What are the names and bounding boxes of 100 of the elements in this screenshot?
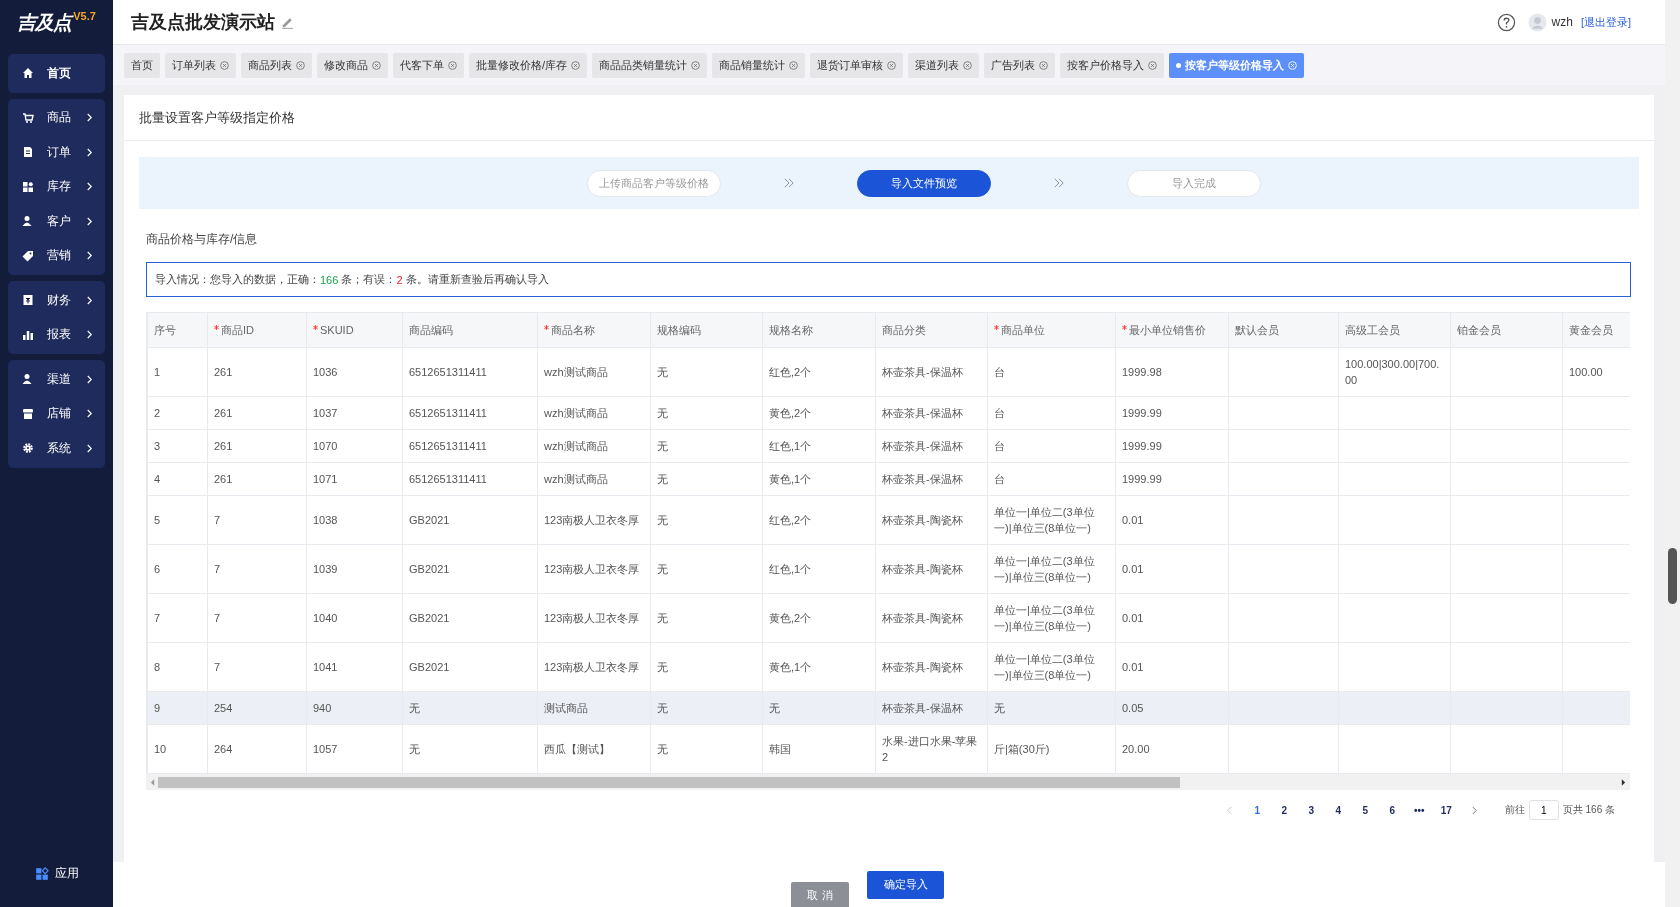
table-cell: 6 — [154, 563, 161, 575]
table-cell: 单位一|单位二(3单位一)|单位三(8单位一) — [994, 555, 1095, 583]
page-link[interactable]: 3 — [1297, 804, 1325, 816]
required-asterisk-icon — [544, 325, 549, 330]
tab[interactable]: 广告列表 — [984, 52, 1056, 78]
table-cell: 红色,1个 — [769, 563, 812, 575]
page-link[interactable]: 4 — [1324, 804, 1352, 816]
table-cell: 西瓜【测试】 — [544, 743, 610, 755]
page-link[interactable]: 2 — [1270, 804, 1298, 816]
table-cell: 254 — [214, 702, 233, 714]
table-cell: 杯壶茶具-陶瓷杯 — [882, 514, 963, 526]
cart-icon — [22, 111, 34, 124]
scroll-left-icon[interactable] — [150, 778, 155, 786]
page-link[interactable]: ••• — [1405, 804, 1433, 816]
sidebar-item[interactable]: 订单 — [8, 135, 105, 170]
table-cell: 1039 — [313, 563, 338, 575]
person-icon — [22, 373, 34, 386]
close-icon[interactable] — [296, 60, 305, 70]
table-cell: 单位一|单位二(3单位一)|单位三(8单位一) — [994, 604, 1095, 632]
table-cell: 杯壶茶具-保温杯 — [882, 407, 963, 419]
tab[interactable]: 代客下单 — [393, 52, 464, 78]
sidebar-item[interactable]: 营销 — [8, 238, 105, 273]
tab[interactable]: 退货订单审核 — [810, 52, 904, 78]
sidebar-item[interactable]: 渠道 — [8, 362, 105, 397]
section-title: 商品价格与库存/信息 — [146, 231, 259, 248]
close-icon[interactable] — [789, 60, 799, 70]
close-icon[interactable] — [448, 60, 457, 70]
sidebar-item[interactable]: 首页 — [8, 56, 105, 91]
sidebar-item[interactable]: 商品 — [8, 100, 105, 135]
apps-icon — [34, 866, 49, 881]
vertical-scrollbar[interactable] — [1665, 0, 1680, 907]
table-cell: 无 — [657, 514, 668, 526]
close-icon[interactable] — [1039, 60, 1049, 70]
scroll-right-icon[interactable] — [1621, 778, 1626, 786]
close-icon[interactable] — [1148, 60, 1158, 70]
table-cell: 6512651311411 — [409, 407, 487, 419]
table-cell: 1070 — [313, 440, 338, 452]
page-link[interactable]: 1 — [1243, 804, 1271, 816]
sidebar-item[interactable]: 客户 — [8, 204, 105, 239]
page-link[interactable]: 17 — [1432, 804, 1460, 816]
column-header: 最小单位销售价 — [1115, 312, 1229, 348]
table-cell: 单位一|单位二(3单位一)|单位三(8单位一) — [994, 653, 1095, 681]
chevron-right-icon — [86, 374, 93, 384]
apps-menu-item[interactable]: 应用 — [34, 865, 79, 882]
tab[interactable]: 批量修改价格/库存 — [469, 52, 588, 78]
logout-link[interactable]: [退出登录] — [1580, 14, 1631, 30]
tab[interactable]: 渠道列表 — [908, 52, 980, 78]
sidebar-item[interactable]: 系统 — [8, 431, 105, 466]
page-link[interactable]: 6 — [1378, 804, 1406, 816]
close-icon[interactable] — [887, 60, 897, 70]
table-cell: 无 — [657, 702, 668, 714]
close-icon[interactable] — [963, 60, 973, 70]
horizontal-scrollbar[interactable] — [146, 774, 1630, 790]
column-header: 商品名称 — [537, 312, 651, 348]
tab[interactable]: 订单列表 — [165, 52, 236, 78]
scrollbar-thumb[interactable] — [1668, 548, 1677, 604]
table-cell: 261 — [214, 366, 233, 378]
sidebar-item[interactable]: 店铺 — [8, 396, 105, 431]
tag-icon — [22, 249, 34, 262]
chart-icon — [22, 328, 34, 341]
tab[interactable]: 商品品类销量统计 — [592, 52, 708, 78]
table-cell: 黄色,1个 — [769, 661, 812, 673]
table-cell: 台 — [994, 407, 1005, 419]
sidebar-item[interactable]: 财务 — [8, 283, 105, 318]
scrollbar-thumb[interactable] — [158, 776, 1180, 788]
page-input[interactable]: 1 — [1528, 800, 1559, 820]
tab[interactable]: 首页 — [124, 52, 160, 78]
column-header: 商品分类 — [875, 312, 988, 348]
gear-icon — [22, 442, 34, 455]
tab[interactable]: 修改商品 — [317, 52, 388, 78]
sidebar-item[interactable]: 库存 — [8, 169, 105, 204]
close-icon[interactable] — [571, 60, 581, 70]
confirm-button[interactable]: 确定导入 — [867, 870, 944, 899]
table-cell: 黄色,2个 — [769, 612, 812, 624]
next-page-icon[interactable] — [1470, 805, 1478, 815]
table-cell: wzh测试商品 — [544, 407, 608, 419]
tab[interactable]: 按客户价格导入 — [1060, 52, 1165, 78]
total-label: 页共 166 条 — [1562, 803, 1615, 817]
avatar-icon[interactable] — [1527, 12, 1547, 32]
chevron-right-icon — [86, 443, 93, 453]
tab[interactable]: 商品列表 — [241, 52, 312, 78]
close-icon[interactable] — [372, 60, 381, 70]
tab[interactable]: 商品销量统计 — [712, 52, 806, 78]
table-cell: 1040 — [313, 612, 338, 624]
chevron-right-icon — [86, 113, 93, 123]
shop-icon — [22, 407, 34, 420]
table-cell: 测试商品 — [544, 702, 588, 714]
table-cell: 无 — [409, 702, 420, 714]
close-icon[interactable] — [691, 60, 701, 70]
prev-page-icon[interactable] — [1225, 805, 1233, 815]
table-cell: 7 — [214, 514, 221, 526]
chevron-right-icon — [86, 409, 93, 419]
column-header: 黄金会员 — [1562, 312, 1630, 348]
table-cell: 10 — [154, 743, 167, 755]
table-cell: 100.00|300.00|700.00 — [1345, 358, 1440, 386]
help-icon[interactable] — [1496, 12, 1516, 32]
double-chevron-icon — [783, 178, 795, 188]
close-icon[interactable] — [220, 60, 229, 70]
sidebar-item[interactable]: 报表 — [8, 317, 105, 352]
page-link[interactable]: 5 — [1351, 804, 1379, 816]
